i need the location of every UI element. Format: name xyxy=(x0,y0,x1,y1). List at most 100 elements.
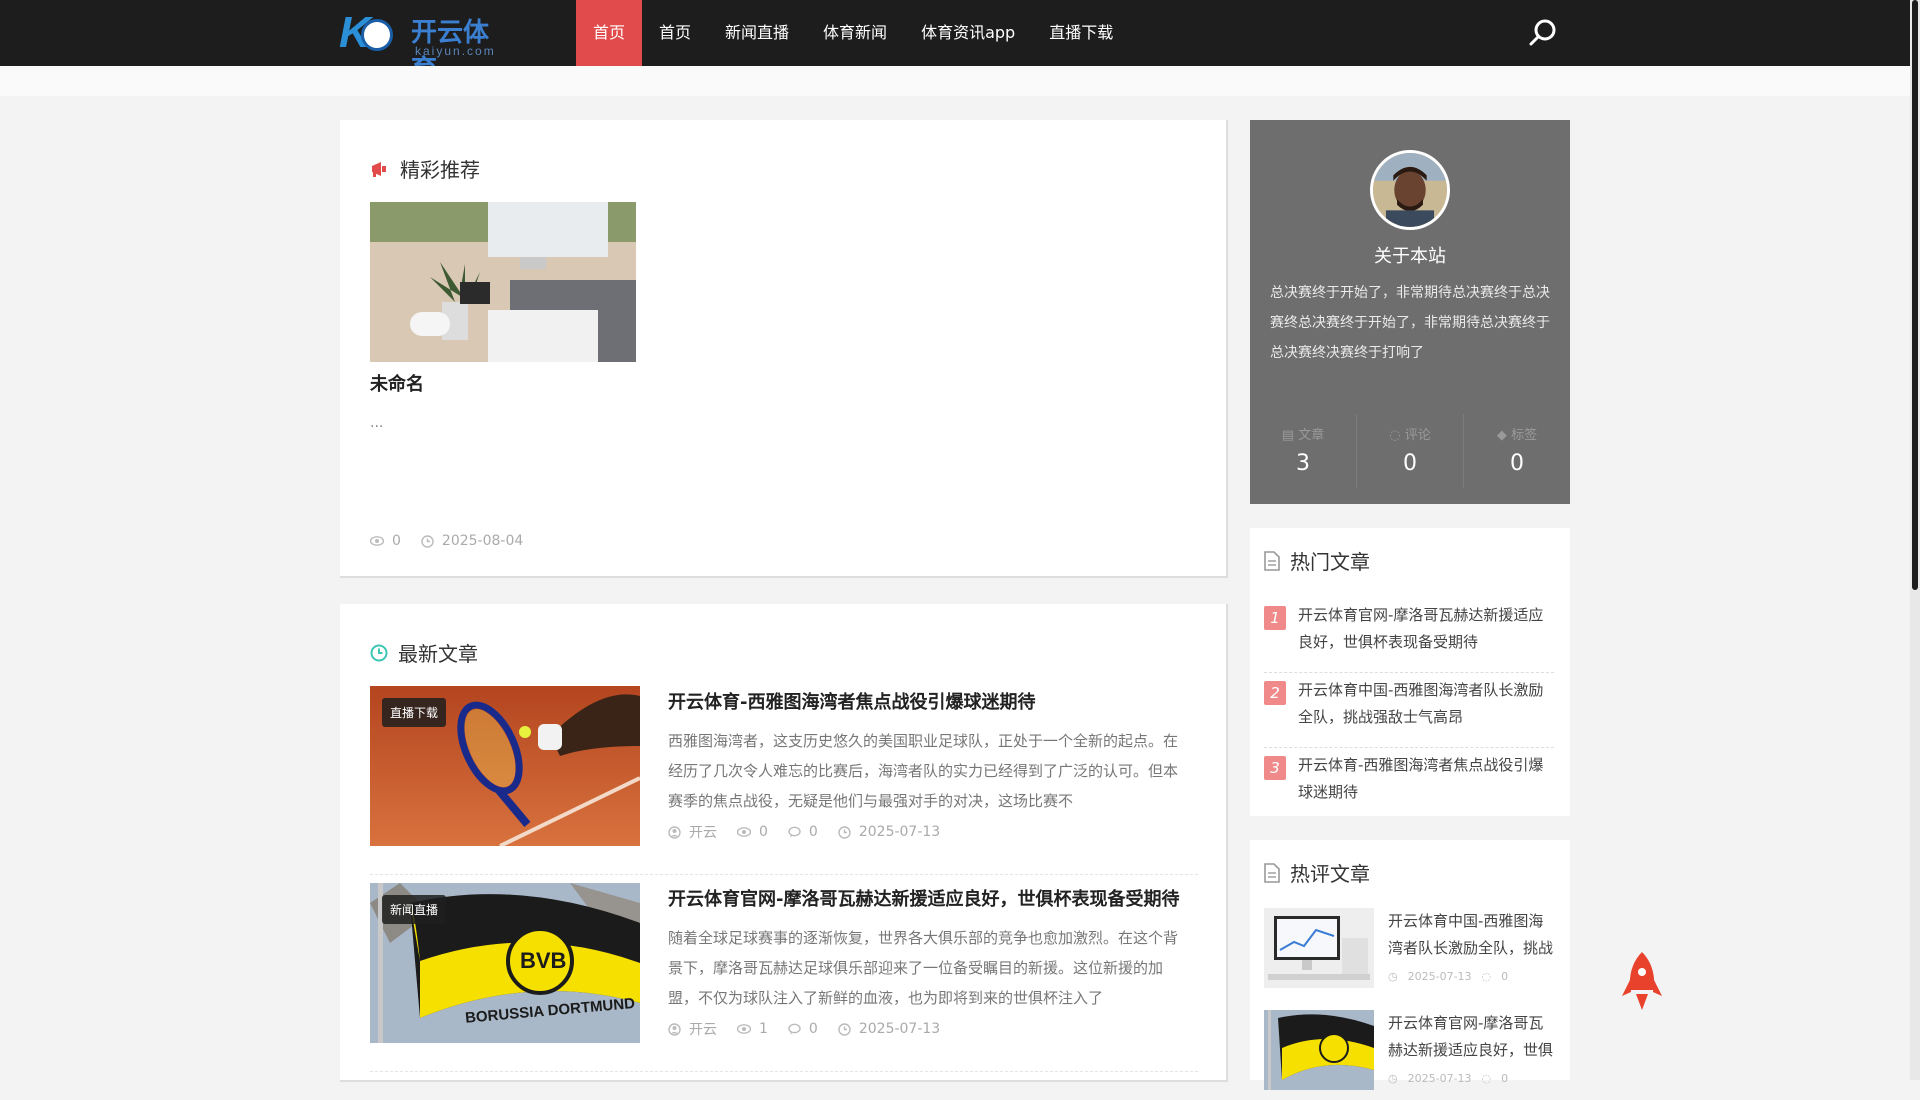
hot-comment-title[interactable]: 开云体育官网-摩洛哥瓦赫达新援适应良好，世俱杯表现备受期待 xyxy=(1388,1010,1554,1064)
post-category-tag[interactable]: 直播下载 xyxy=(382,698,447,727)
search-icon[interactable] xyxy=(1528,18,1558,48)
site-logo[interactable]: K 开云体育 kaiyun.com xyxy=(339,8,509,85)
stat-value: 3 xyxy=(1296,451,1310,476)
featured-post-excerpt: ... xyxy=(370,415,384,431)
list-item: BVB BORUSSIA DORTMUND 新闻直播 开云体育官网-摩洛哥瓦赫达… xyxy=(370,883,1198,1072)
comments-value: 0 xyxy=(1501,1072,1509,1085)
stat-tags[interactable]: ◆ 标签 0 xyxy=(1464,414,1570,488)
main-nav: 首页 首页 新闻直播 体育新闻 体育资讯app 直播下载 xyxy=(576,0,1130,66)
hot-comments-heading: 热评文章 xyxy=(1264,858,1370,887)
nav-item-news-live[interactable]: 新闻直播 xyxy=(708,0,806,66)
back-to-top-rocket-icon[interactable] xyxy=(1622,950,1662,1012)
post-category-tag[interactable]: 新闻直播 xyxy=(382,895,447,924)
eye-icon xyxy=(737,827,751,837)
featured-panel: 精彩推荐 未命名 ... 0 2025-08-04 xyxy=(340,120,1228,578)
views-count: 0 xyxy=(370,533,401,549)
views-value: 0 xyxy=(392,533,401,549)
clock-icon xyxy=(838,825,851,839)
clock-icon xyxy=(838,1022,851,1036)
views-value: 0 xyxy=(759,824,768,840)
stat-value: 0 xyxy=(1510,451,1524,476)
latest-heading: 最新文章 xyxy=(370,638,478,667)
date-value: 2025-07-13 xyxy=(1407,970,1472,983)
comment-icon xyxy=(788,826,801,838)
featured-post-meta: 0 2025-08-04 xyxy=(370,533,523,549)
clock-icon xyxy=(421,534,434,548)
hot-comment-title[interactable]: 开云体育中国-西雅图海湾者队长激励全队，挑战强敌士气高昂 xyxy=(1388,908,1554,962)
eye-icon xyxy=(370,536,384,546)
user-icon xyxy=(668,1022,681,1036)
hot-posts-widget: 热门文章 1 开云体育官网-摩洛哥瓦赫达新援适应良好，世俱杯表现备受期待 2 开… xyxy=(1250,528,1570,816)
stat-value: 0 xyxy=(1403,451,1417,476)
comment-icon: ◌ xyxy=(1389,428,1401,443)
post-title[interactable]: 开云体育-西雅图海湾者焦点战役引爆球迷期待 xyxy=(668,688,1198,714)
scrollbar-thumb[interactable] xyxy=(1912,0,1918,590)
post-excerpt: 西雅图海湾者，这支历史悠久的美国职业足球队，正处于一个全新的起点。在经历了几次令… xyxy=(668,732,1179,810)
document-icon xyxy=(1264,550,1280,571)
hot-comment-meta: ◷ 2025-07-13 ◌ 0 xyxy=(1388,970,1508,983)
comments-count: 0 xyxy=(788,822,818,842)
post-author: 开云 xyxy=(668,822,717,842)
date-value: 2025-07-13 xyxy=(858,824,941,840)
rank-badge: 1 xyxy=(1264,606,1286,630)
post-meta: 开云 0 0 2025-07-13 xyxy=(668,822,940,842)
featured-post-title[interactable]: 未命名 xyxy=(370,370,424,396)
nav-item-home[interactable]: 首页 xyxy=(642,0,708,66)
comments-value: 0 xyxy=(808,1021,818,1037)
nav-item-sports-app[interactable]: 体育资讯app xyxy=(904,0,1032,66)
latest-posts-panel: 最新文章 直播下载 开云体育-西雅图海湾者焦点战役引爆球迷期待 西雅图海湾者，这… xyxy=(340,604,1228,1082)
hot-heading: 热门文章 xyxy=(1264,546,1370,575)
user-icon xyxy=(668,825,681,839)
hot-comment-item[interactable]: 开云体育中国-西雅图海湾者队长激励全队，挑战强敌士气高昂 ◷ 2025-07-13… xyxy=(1264,908,1554,998)
hot-item-title[interactable]: 开云体育官网-摩洛哥瓦赫达新援适应良好，世俱杯表现备受期待 xyxy=(1298,602,1554,656)
post-date: 2025-07-13 xyxy=(838,1019,940,1039)
eye-icon xyxy=(737,1024,751,1034)
date-value: 2025-07-13 xyxy=(858,1021,941,1037)
hot-comment-meta: ◷ 2025-07-13 ◌ 0 xyxy=(1388,1072,1508,1085)
hot-comment-item[interactable]: 开云体育官网-摩洛哥瓦赫达新援适应良好，世俱杯表现备受期待 ◷ 2025-07-1… xyxy=(1264,1010,1554,1100)
post-date: 2025-08-04 xyxy=(421,533,523,549)
hot-item-title[interactable]: 开云体育中国-西雅图海湾者队长激励全队，挑战强敌士气高昂 xyxy=(1298,677,1554,731)
hot-title: 热门文章 xyxy=(1290,550,1370,574)
top-navbar: K 开云体育 kaiyun.com 首页 首页 新闻直播 体育新闻 体育资讯ap… xyxy=(0,0,1910,85)
nav-item-sports-news[interactable]: 体育新闻 xyxy=(806,0,904,66)
svg-text:BVB: BVB xyxy=(520,948,566,973)
post-meta: 开云 1 0 2025-07-13 xyxy=(668,1019,940,1039)
logo-mark: K xyxy=(339,8,393,58)
about-description: 总决赛终于开始了，非常期待总决赛终于总决赛终总决赛终于开始了，非常期待总决赛终于… xyxy=(1270,285,1550,361)
post-date: 2025-07-13 xyxy=(838,822,940,842)
clock-icon: ◷ xyxy=(1388,970,1398,983)
hot-item-title[interactable]: 开云体育-西雅图海湾者焦点战役引爆球迷期待 xyxy=(1298,752,1554,806)
comment-icon: ◌ xyxy=(1481,970,1492,983)
rank-badge: 2 xyxy=(1264,681,1286,705)
date-value: 2025-08-04 xyxy=(441,533,524,549)
post-title[interactable]: 开云体育官网-摩洛哥瓦赫达新援适应良好，世俱杯表现备受期待 xyxy=(668,885,1198,911)
views-value: 1 xyxy=(759,1021,768,1037)
nav-item-home-active[interactable]: 首页 xyxy=(576,0,643,66)
about-title: 关于本站 xyxy=(1374,246,1446,267)
post-author: 开云 xyxy=(668,1019,717,1039)
document-icon: ▤ xyxy=(1281,428,1295,443)
tag-icon: ◆ xyxy=(1496,428,1507,443)
stat-comments[interactable]: ◌ 评论 0 xyxy=(1357,414,1464,488)
latest-title: 最新文章 xyxy=(398,642,478,666)
hot-item[interactable]: 3 开云体育-西雅图海湾者焦点战役引爆球迷期待 xyxy=(1264,748,1554,822)
hot-comment-thumbnail[interactable] xyxy=(1264,1010,1374,1090)
avatar[interactable] xyxy=(1370,150,1450,230)
site-stats: ▤ 文章 3 ◌ 评论 0 ◆ 标签 0 xyxy=(1250,414,1570,488)
about-site-widget: 关于本站 总决赛终于开始了，非常期待总决赛终于总决赛终总决赛终于开始了，非常期待… xyxy=(1250,120,1570,504)
stat-label: ▤ 文章 xyxy=(1281,428,1325,443)
hot-item[interactable]: 2 开云体育中国-西雅图海湾者队长激励全队，挑战强敌士气高昂 xyxy=(1264,673,1554,748)
hot-comment-thumbnail[interactable] xyxy=(1264,908,1374,988)
views-count: 0 xyxy=(737,822,768,842)
hot-commented-widget: 热评文章 开云体育中国-西雅图海湾者队长激励全队，挑战强敌士气高昂 ◷ 2025-… xyxy=(1250,840,1570,1090)
sub-header-strip xyxy=(0,66,1910,96)
featured-post-image[interactable] xyxy=(370,202,636,362)
post-excerpt: 随着全球足球赛事的逐渐恢复，世界各大俱乐部的竞争也愈加激烈。在这个背景下，摩洛哥… xyxy=(668,929,1179,1007)
comment-icon: ◌ xyxy=(1481,1072,1492,1085)
stat-articles[interactable]: ▤ 文章 3 xyxy=(1250,414,1357,488)
hot-item[interactable]: 1 开云体育官网-摩洛哥瓦赫达新援适应良好，世俱杯表现备受期待 xyxy=(1264,598,1554,673)
nav-item-live-download[interactable]: 直播下载 xyxy=(1032,0,1130,66)
stat-label: ◆ 标签 xyxy=(1496,428,1538,443)
comment-icon xyxy=(788,1023,801,1035)
